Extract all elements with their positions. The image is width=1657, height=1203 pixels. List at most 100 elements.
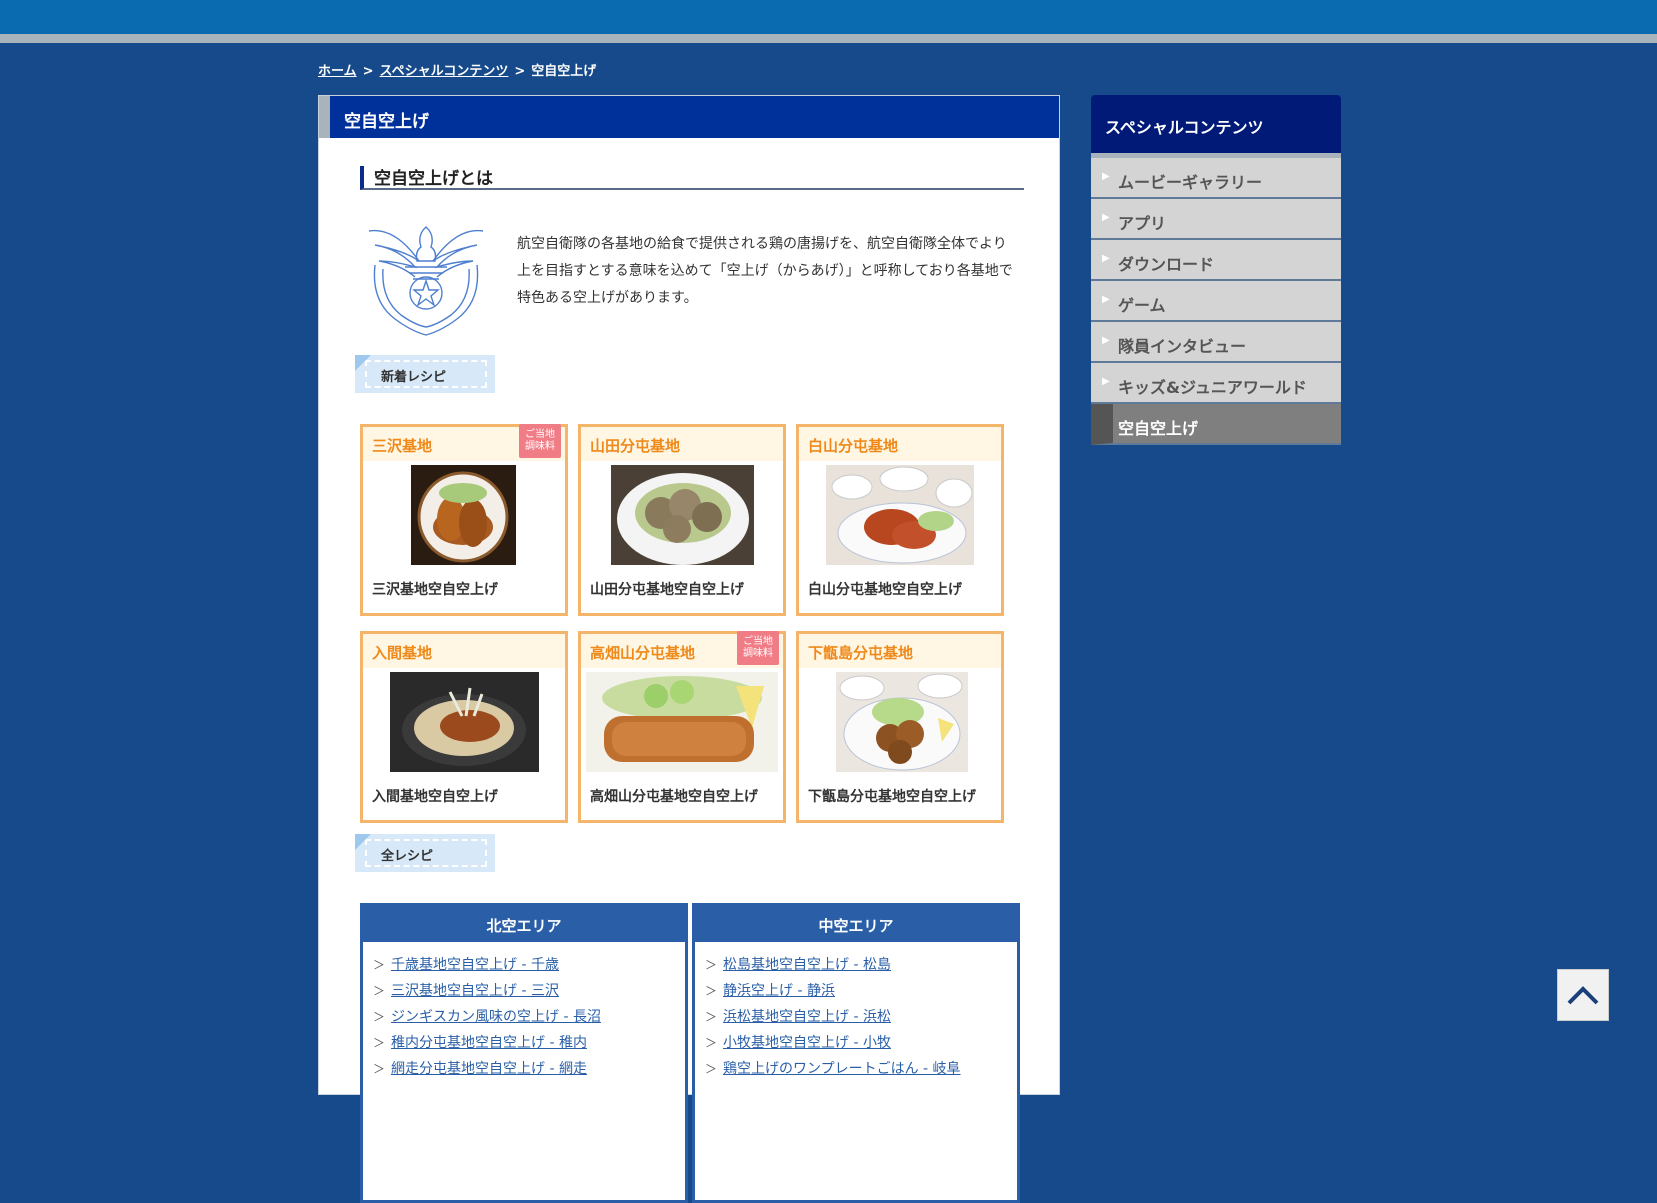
list-item: ＞ 浜松基地空自空上げ - 浜松 bbox=[705, 1006, 961, 1032]
intro-text: 航空自衛隊の各基地の給食で提供される鶏の唐揚げを、航空自衛隊全体でより上を目指す… bbox=[517, 236, 1013, 306]
sidebar-item-kids-junior[interactable]: ▶ キッズ&ジュニアワールド bbox=[1091, 363, 1341, 404]
sidebar-item-interview[interactable]: ▶ 隊員インタビュー bbox=[1091, 322, 1341, 363]
list-item: ＞ ジンギスカン風味の空上げ - 長沼 bbox=[373, 1006, 601, 1032]
breadcrumb-home-link[interactable]: ホーム bbox=[318, 64, 357, 79]
chevron-right-icon: ＞ bbox=[705, 1010, 718, 1024]
sidebar-item-label: 隊員インタビュー bbox=[1118, 337, 1247, 356]
arrow-right-icon: ▶ bbox=[1102, 253, 1110, 264]
recipe-link[interactable]: ジンギスカン風味の空上げ - 長沼 bbox=[391, 1009, 601, 1025]
local-seasoning-badge: ご当地 調味料 bbox=[737, 631, 779, 665]
recipe-link[interactable]: 網走分屯基地空自空上げ - 網走 bbox=[391, 1061, 587, 1077]
sidebar-header: スペシャルコンテンツ bbox=[1091, 95, 1341, 153]
sidebar-item-game[interactable]: ▶ ゲーム bbox=[1091, 281, 1341, 322]
list-item: ＞ 三沢基地空自空上げ - 三沢 bbox=[373, 980, 601, 1006]
area-title: 中空エリア bbox=[818, 917, 894, 935]
recipe-card[interactable]: 入間基地 入間基地空自空上げ bbox=[360, 631, 568, 823]
page-title: 空自空上げ bbox=[344, 112, 429, 132]
recipe-link[interactable]: 稚内分屯基地空自空上げ - 稚内 bbox=[391, 1035, 587, 1051]
arrow-right-icon: ▶ bbox=[1102, 376, 1110, 387]
chevron-right-icon: ＞ bbox=[705, 984, 718, 998]
recipe-card[interactable]: 山田分屯基地 山田分屯基地空自空上げ bbox=[578, 424, 786, 616]
chevron-right-icon: ＞ bbox=[373, 984, 386, 998]
list-item: ＞ 千歳基地空自空上げ - 千歳 bbox=[373, 954, 601, 980]
recipe-photo bbox=[826, 465, 974, 565]
recipe-card-title: 三沢基地 bbox=[372, 437, 433, 455]
list-item: ＞ 稚内分屯基地空自空上げ - 稚内 bbox=[373, 1032, 601, 1058]
breadcrumb: ホーム > スペシャルコンテンツ > 空自空上げ bbox=[318, 60, 596, 79]
arrow-right-icon: ▶ bbox=[1102, 294, 1110, 305]
recipe-card-title: 白山分屯基地 bbox=[808, 437, 899, 455]
list-item: ＞ 網走分屯基地空自空上げ - 網走 bbox=[373, 1058, 601, 1084]
recipe-link[interactable]: 千歳基地空自空上げ - 千歳 bbox=[391, 957, 559, 973]
recipe-card-caption: 高畑山分屯基地空自空上げ bbox=[590, 789, 758, 805]
recipe-card-caption: 入間基地空自空上げ bbox=[372, 789, 498, 805]
recipe-card-title: 山田分屯基地 bbox=[590, 437, 681, 455]
recipe-card-caption: 下甑島分屯基地空自空上げ bbox=[808, 789, 976, 805]
arrow-right-icon: ▶ bbox=[1102, 212, 1110, 223]
chevron-right-icon: ＞ bbox=[373, 1062, 386, 1076]
recipe-card-caption: 山田分屯基地空自空上げ bbox=[590, 582, 744, 598]
chevron-right-icon: ＞ bbox=[705, 958, 718, 972]
sidebar-title: スペシャルコンテンツ bbox=[1105, 118, 1264, 137]
recipe-link[interactable]: 三沢基地空自空上げ - 三沢 bbox=[391, 983, 559, 999]
recipe-photo bbox=[836, 672, 968, 772]
recipe-link[interactable]: 静浜空上げ - 静浜 bbox=[723, 983, 835, 999]
recipe-photo bbox=[586, 672, 778, 772]
local-seasoning-badge: ご当地 調味料 bbox=[519, 424, 561, 458]
chevron-up-icon bbox=[1567, 986, 1599, 1005]
sidebar-item-label: ダウンロード bbox=[1118, 255, 1215, 274]
recipe-photo bbox=[390, 672, 539, 772]
recipe-card-title: 入間基地 bbox=[372, 644, 433, 662]
sidebar-item-label: 空自空上げ bbox=[1118, 419, 1199, 438]
page-title-bar: 空自空上げ bbox=[319, 96, 1059, 138]
back-to-top-button[interactable] bbox=[1557, 969, 1609, 1021]
recipe-photo bbox=[411, 465, 516, 565]
section-heading: 空自空上げとは bbox=[360, 166, 1024, 190]
recipe-link[interactable]: 浜松基地空自空上げ - 浜松 bbox=[723, 1009, 891, 1025]
chevron-right-icon: ＞ bbox=[373, 1036, 386, 1050]
sidebar-item-label: アプリ bbox=[1118, 214, 1167, 233]
area-title: 北空エリア bbox=[486, 917, 562, 935]
sidebar-item-label: ムービーギャラリー bbox=[1118, 173, 1263, 192]
new-recipes-tag: 新着レシピ bbox=[355, 355, 495, 393]
recipe-link[interactable]: 鶏空上げのワンプレートごはん - 岐阜 bbox=[723, 1061, 961, 1077]
recipe-card[interactable]: 下甑島分屯基地 下甑島分屯基地空自空上げ bbox=[796, 631, 1004, 823]
arrow-right-icon: ▶ bbox=[1102, 171, 1110, 182]
recipe-card-caption: 白山分屯基地空自空上げ bbox=[808, 582, 962, 598]
jasdf-emblem-icon bbox=[368, 226, 484, 336]
main-content: 空自空上げ 空自空上げとは 航空自衛隊の各基地の給食で提供される鶏の唐揚げを、航… bbox=[318, 95, 1060, 1203]
recipe-card[interactable]: 高畑山分屯基地 ご当地 調味料 高畑山分屯基地空自空上げ bbox=[578, 631, 786, 823]
chevron-right-icon: ＞ bbox=[373, 1010, 386, 1024]
list-item: ＞ 静浜空上げ - 静浜 bbox=[705, 980, 961, 1006]
list-item: ＞ 松島基地空自空上げ - 松島 bbox=[705, 954, 961, 980]
recipe-card[interactable]: 白山分屯基地 白山分屯基地空自空上げ bbox=[796, 424, 1004, 616]
top-header-bar bbox=[0, 0, 1657, 34]
breadcrumb-special-link[interactable]: スペシャルコンテンツ bbox=[380, 64, 509, 79]
breadcrumb-current: 空自空上げ bbox=[531, 64, 597, 79]
recipe-card-title: 下甑島分屯基地 bbox=[808, 644, 914, 662]
recipe-card-caption: 三沢基地空自空上げ bbox=[372, 582, 498, 598]
sidebar-item-download[interactable]: ▶ ダウンロード bbox=[1091, 240, 1341, 281]
sidebar-item-app[interactable]: ▶ アプリ bbox=[1091, 199, 1341, 240]
recipe-card[interactable]: 三沢基地 ご当地 調味料 三沢基地空自空上げ bbox=[360, 424, 568, 616]
recipe-photo bbox=[611, 465, 754, 565]
chevron-right-icon: ＞ bbox=[705, 1036, 718, 1050]
recipe-link[interactable]: 松島基地空自空上げ - 松島 bbox=[723, 957, 891, 973]
sidebar-item-movie-gallery[interactable]: ▶ ムービーギャラリー bbox=[1091, 158, 1341, 199]
chevron-right-icon: ＞ bbox=[373, 958, 386, 972]
breadcrumb-separator: > bbox=[362, 64, 374, 79]
sidebar-item-karaage[interactable]: 空自空上げ bbox=[1091, 404, 1341, 445]
chevron-right-icon: ＞ bbox=[705, 1062, 718, 1076]
list-item: ＞ 小牧基地空自空上げ - 小牧 bbox=[705, 1032, 961, 1058]
area-box-central: 中空エリア ＞ 松島基地空自空上げ - 松島 ＞ 静浜空上げ - 静浜 ＞ 浜松基地空… bbox=[692, 903, 1020, 1203]
all-recipes-tag: 全レシピ bbox=[355, 834, 495, 872]
breadcrumb-separator: > bbox=[514, 64, 526, 79]
section-title: 空自空上げとは bbox=[374, 169, 493, 189]
header-divider bbox=[0, 34, 1657, 43]
sidebar-item-label: キッズ&ジュニアワールド bbox=[1118, 378, 1307, 397]
recipe-link[interactable]: 小牧基地空自空上げ - 小牧 bbox=[723, 1035, 891, 1051]
new-recipes-label: 新着レシピ bbox=[381, 370, 447, 385]
sidebar-item-label: ゲーム bbox=[1118, 296, 1166, 315]
list-item: ＞ 鶏空上げのワンプレートごはん - 岐阜 bbox=[705, 1058, 961, 1084]
arrow-right-icon: ▶ bbox=[1102, 335, 1110, 346]
